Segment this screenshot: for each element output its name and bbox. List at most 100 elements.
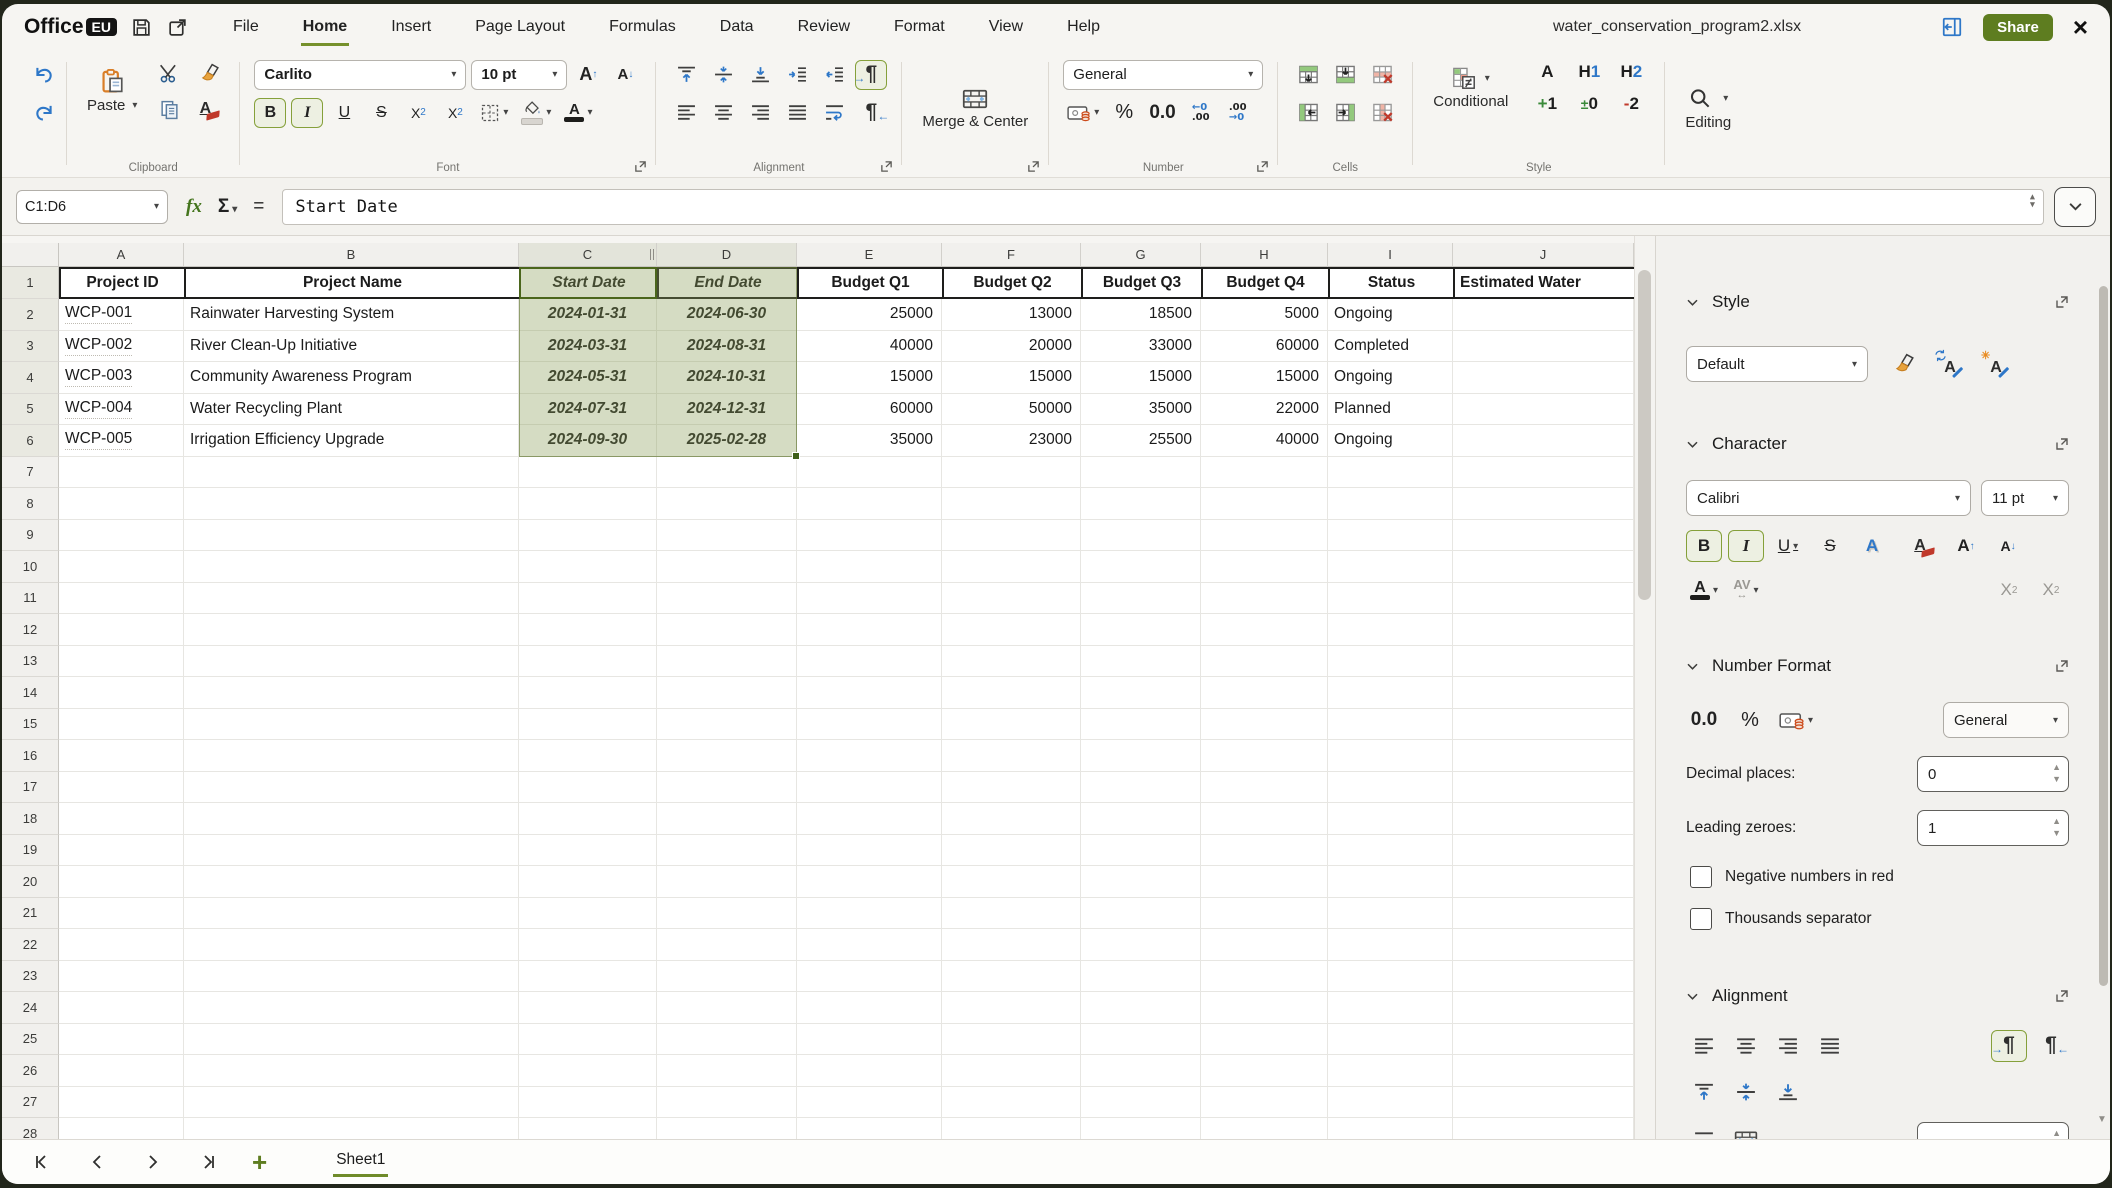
cell-E5[interactable]: 60000 (797, 394, 942, 426)
cell-G1[interactable]: Budget Q3 (1081, 267, 1201, 299)
sidebar-wrap-text-icon[interactable] (1686, 1124, 1722, 1139)
cell-A16[interactable] (59, 740, 184, 772)
cell-I7[interactable] (1328, 457, 1453, 489)
cell-A27[interactable] (59, 1087, 184, 1119)
menu-item-view[interactable]: View (987, 8, 1025, 46)
row-header-10[interactable]: 10 (2, 551, 59, 583)
row-header-22[interactable]: 22 (2, 929, 59, 961)
formula-scroll-arrows[interactable]: ▲▼ (2030, 193, 2035, 209)
cell-B14[interactable] (184, 677, 519, 709)
row-header-17[interactable]: 17 (2, 772, 59, 804)
row-header-13[interactable]: 13 (2, 646, 59, 678)
cell-A28[interactable] (59, 1118, 184, 1139)
cell-J21[interactable] (1453, 898, 1634, 930)
menu-item-review[interactable]: Review (796, 8, 852, 46)
cell-I1[interactable]: Status (1328, 267, 1453, 299)
cell-E26[interactable] (797, 1055, 942, 1087)
cell-B9[interactable] (184, 520, 519, 552)
decrease-indent-icon[interactable] (818, 60, 850, 90)
sidebar-font-name-combo[interactable]: Calibri▾ (1686, 480, 1971, 516)
clone-formatting-icon[interactable] (1886, 348, 1922, 380)
percent-format-icon[interactable]: % (1108, 98, 1140, 128)
col-header-I[interactable]: I (1328, 243, 1453, 267)
row-header-4[interactable]: 4 (2, 362, 59, 394)
style-neutral-button[interactable]: ±0 (1570, 90, 1608, 118)
cell-G8[interactable] (1081, 488, 1201, 520)
cell-A11[interactable] (59, 583, 184, 615)
cell-C12[interactable] (519, 614, 657, 646)
cell-I23[interactable] (1328, 961, 1453, 993)
thousands-separator-checkbox[interactable]: Thousands separator (1690, 908, 2069, 930)
cell-H14[interactable] (1201, 677, 1328, 709)
align-bottom-icon[interactable] (744, 60, 776, 90)
cell-C13[interactable] (519, 646, 657, 678)
cell-F14[interactable] (942, 677, 1081, 709)
cell-F21[interactable] (942, 898, 1081, 930)
cell-H24[interactable] (1201, 992, 1328, 1024)
style-heading1-button[interactable]: H1 (1570, 58, 1608, 86)
row-header-21[interactable]: 21 (2, 898, 59, 930)
cell-G7[interactable] (1081, 457, 1201, 489)
cell-H20[interactable] (1201, 866, 1328, 898)
cell-I14[interactable] (1328, 677, 1453, 709)
cell-G5[interactable]: 35000 (1081, 394, 1201, 426)
sidebar-align-bottom-icon[interactable] (1770, 1076, 1806, 1108)
cell-H6[interactable]: 40000 (1201, 425, 1328, 457)
cell-A17[interactable] (59, 772, 184, 804)
sidebar-align-vcenter-icon[interactable] (1728, 1076, 1764, 1108)
row-header-20[interactable]: 20 (2, 866, 59, 898)
cell-G14[interactable] (1081, 677, 1201, 709)
cell-E14[interactable] (797, 677, 942, 709)
cell-D14[interactable] (657, 677, 797, 709)
cell-H5[interactable]: 22000 (1201, 394, 1328, 426)
cell-E22[interactable] (797, 929, 942, 961)
character-section-header[interactable]: Character (1686, 434, 2069, 454)
cell-G23[interactable] (1081, 961, 1201, 993)
cell-G3[interactable]: 33000 (1081, 331, 1201, 363)
cell-J13[interactable] (1453, 646, 1634, 678)
cell-J17[interactable] (1453, 772, 1634, 804)
cell-D10[interactable] (657, 551, 797, 583)
font-color-icon[interactable]: A▾ (560, 98, 596, 128)
cell-I13[interactable] (1328, 646, 1453, 678)
cell-H3[interactable]: 60000 (1201, 331, 1328, 363)
cell-I25[interactable] (1328, 1024, 1453, 1056)
cell-E6[interactable]: 35000 (797, 425, 942, 457)
font-name-combo[interactable]: Carlito▾ (254, 60, 466, 90)
cell-B5[interactable]: Water Recycling Plant (184, 394, 519, 426)
clone-formatting-icon[interactable] (193, 58, 225, 88)
cell-E19[interactable] (797, 835, 942, 867)
cell-J16[interactable] (1453, 740, 1634, 772)
cut-icon[interactable] (153, 58, 185, 88)
align-left-icon[interactable] (670, 98, 702, 128)
menu-item-page-layout[interactable]: Page Layout (473, 8, 567, 46)
cell-J4[interactable] (1453, 362, 1634, 394)
cell-J25[interactable] (1453, 1024, 1634, 1056)
cell-F18[interactable] (942, 803, 1081, 835)
row-header-26[interactable]: 26 (2, 1055, 59, 1087)
font-size-combo[interactable]: 10 pt▾ (471, 60, 567, 90)
cell-H9[interactable] (1201, 520, 1328, 552)
cell-I22[interactable] (1328, 929, 1453, 961)
cell-J24[interactable] (1453, 992, 1634, 1024)
cell-I24[interactable] (1328, 992, 1453, 1024)
cell-J14[interactable] (1453, 677, 1634, 709)
cell-H7[interactable] (1201, 457, 1328, 489)
cell-H10[interactable] (1201, 551, 1328, 583)
row-header-12[interactable]: 12 (2, 614, 59, 646)
cell-B2[interactable]: Rainwater Harvesting System (184, 299, 519, 331)
undo-button[interactable] (28, 60, 60, 90)
cell-E10[interactable] (797, 551, 942, 583)
cell-A5[interactable]: WCP-004 (59, 394, 184, 426)
col-header-E[interactable]: E (797, 243, 942, 267)
cell-I18[interactable] (1328, 803, 1453, 835)
copy-icon[interactable] (153, 94, 185, 124)
cell-D20[interactable] (657, 866, 797, 898)
cell-B17[interactable] (184, 772, 519, 804)
sidebar-left-to-right-icon[interactable]: ¶→ (1991, 1030, 2027, 1062)
row-header-1[interactable]: 1 (2, 267, 59, 299)
number-format-combo[interactable]: General▾ (1063, 60, 1263, 90)
cell-A6[interactable]: WCP-005 (59, 425, 184, 457)
add-sheet-icon[interactable]: + (252, 1151, 267, 1173)
save-icon[interactable] (131, 16, 153, 38)
